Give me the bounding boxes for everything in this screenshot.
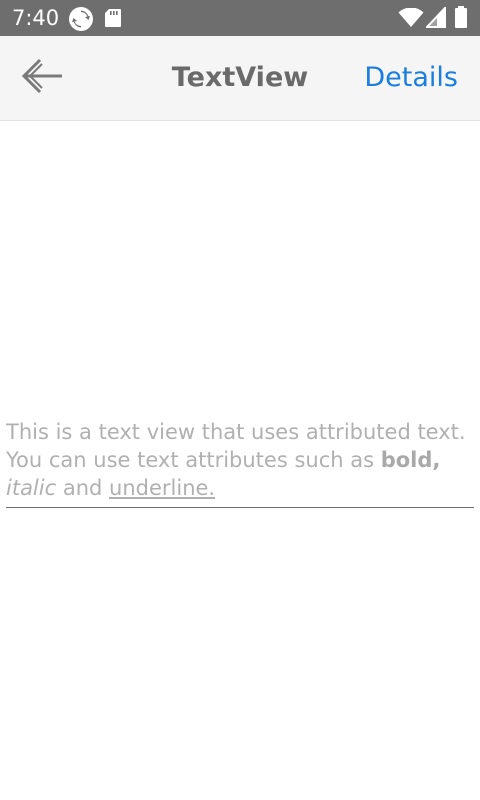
cell-signal-icon <box>426 7 446 28</box>
content-area: This is a text view that uses attributed… <box>0 121 480 800</box>
status-time: 7:40 <box>12 6 60 30</box>
text-bold-segment: bold, <box>380 448 441 472</box>
status-bar: 7:40 <box>0 0 480 36</box>
wifi-icon <box>398 8 424 27</box>
sd-card-icon <box>105 9 121 27</box>
details-button[interactable]: Details <box>364 62 458 94</box>
text-underline-segment: underline. <box>109 476 216 500</box>
text-and-segment: and <box>56 476 110 500</box>
sync-icon <box>69 7 93 31</box>
navigation-bar: TextView Details <box>0 36 480 121</box>
text-view-bottom-border <box>6 507 474 508</box>
text-italic-segment: italic <box>6 476 57 500</box>
attributed-text-view: This is a text view that uses attributed… <box>6 418 474 502</box>
battery-icon <box>455 6 467 28</box>
